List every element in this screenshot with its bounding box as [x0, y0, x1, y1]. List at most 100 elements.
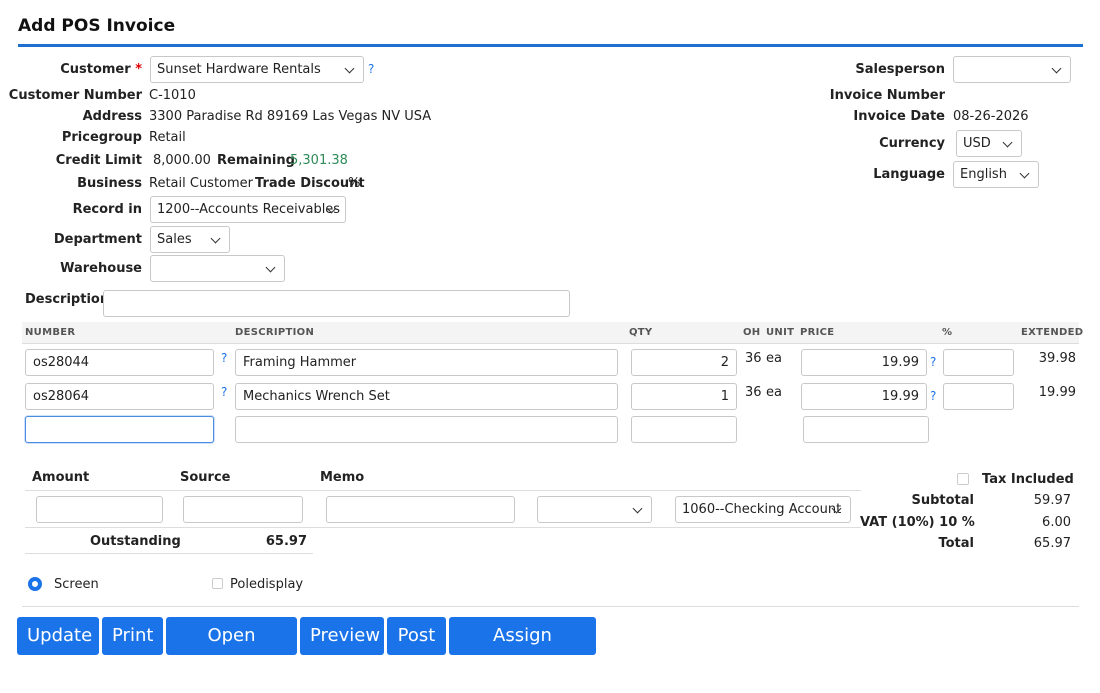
customer-help-link[interactable]: ? [368, 62, 374, 76]
payment-account-value: 1060--Checking Account [682, 502, 842, 517]
business-value: Retail Customer [149, 176, 254, 191]
business-label: Business [77, 176, 142, 191]
description-label: Description [25, 292, 110, 307]
item-description-input[interactable]: Framing Hammer [235, 349, 618, 376]
chevron-down-icon [1002, 137, 1013, 148]
chevron-down-icon [265, 262, 276, 273]
outstanding-divider [25, 553, 313, 554]
tax-included-label: Tax Included [982, 472, 1074, 487]
item-help-link[interactable]: ? [221, 385, 227, 399]
line-items-header [22, 322, 1079, 344]
poledisplay-label: Poledisplay [230, 577, 304, 592]
item-onhand: 36 [745, 385, 762, 400]
address-label: Address [82, 109, 142, 124]
col-qty: QTY [629, 327, 653, 338]
item-unit: ea [766, 351, 782, 366]
record-in-select[interactable]: 1200--Accounts Receivables [150, 196, 346, 223]
col-price: PRICE [800, 327, 835, 338]
payments-row-divider [25, 527, 861, 528]
salesperson-select[interactable] [953, 56, 1071, 83]
print-button[interactable]: Print [102, 617, 163, 655]
record-in-value: 1200--Accounts Receivables [157, 202, 341, 217]
open-drawer-button[interactable]: Open Drawer [166, 617, 297, 684]
item-discount-input[interactable] [943, 349, 1014, 376]
new-item-description-input[interactable] [235, 416, 618, 443]
remaining-label: Remaining [217, 153, 295, 168]
required-mark: * [135, 62, 142, 77]
currency-select[interactable]: USD [956, 130, 1022, 157]
payment-amount-input[interactable] [36, 496, 163, 523]
payment-memo-header: Memo [320, 470, 365, 485]
price-help-link[interactable]: ? [930, 389, 936, 403]
payment-source-header: Source [180, 470, 231, 485]
title-divider [18, 44, 1083, 47]
department-value: Sales [157, 232, 192, 247]
chevron-down-icon [1051, 63, 1062, 74]
item-number-input[interactable]: os28064 [25, 383, 214, 410]
new-item-price-input[interactable] [803, 416, 929, 443]
language-value: English [960, 167, 1007, 182]
item-unit: ea [766, 385, 782, 400]
screen-label: Screen [54, 577, 99, 592]
price-help-link[interactable]: ? [930, 355, 936, 369]
customer-number-value: C-1010 [149, 88, 196, 103]
col-discount: % [942, 327, 953, 338]
payment-memo-input[interactable] [326, 496, 515, 523]
customer-value: Sunset Hardware Rentals [157, 62, 321, 77]
screen-radio[interactable] [28, 577, 42, 591]
outstanding-value: 65.97 [265, 534, 307, 549]
page-title: Add POS Invoice [18, 16, 176, 36]
language-select[interactable]: English [953, 161, 1039, 188]
subtotal-value: 59.97 [1033, 493, 1071, 508]
salesperson-label: Salesperson [855, 62, 945, 77]
chevron-down-icon [210, 233, 221, 244]
chevron-down-icon [344, 63, 355, 74]
payment-source-input[interactable] [183, 496, 303, 523]
col-extended: EXTENDED [1021, 327, 1084, 338]
pricegroup-value: Retail [149, 130, 186, 145]
item-price-input[interactable]: 19.99 [801, 383, 927, 410]
credit-limit-label: Credit Limit [55, 153, 142, 168]
invoice-date-label: Invoice Date [853, 109, 945, 124]
poledisplay-checkbox[interactable] [212, 578, 223, 589]
item-help-link[interactable]: ? [221, 351, 227, 365]
item-qty-input[interactable]: 1 [631, 383, 737, 410]
department-label: Department [53, 232, 142, 247]
currency-label: Currency [879, 136, 945, 151]
chevron-down-icon [1019, 168, 1030, 179]
item-description-input[interactable]: Mechanics Wrench Set [235, 383, 618, 410]
payment-account-select[interactable]: 1060--Checking Account [675, 496, 851, 523]
item-onhand: 36 [745, 351, 762, 366]
col-number: NUMBER [25, 327, 76, 338]
item-discount-input[interactable] [943, 383, 1014, 410]
item-price-input[interactable]: 19.99 [801, 349, 927, 376]
customer-select[interactable]: Sunset Hardware Rentals [150, 56, 364, 83]
col-oh: OH [743, 327, 761, 338]
outstanding-label: Outstanding [90, 534, 181, 549]
preview-button[interactable]: Preview [300, 617, 384, 655]
item-qty-input[interactable]: 2 [631, 349, 737, 376]
record-in-label: Record in [72, 202, 142, 217]
description-input[interactable] [103, 290, 570, 317]
new-item-qty-input[interactable] [631, 416, 737, 443]
customer-number-label: Customer Number [8, 88, 142, 103]
warehouse-select[interactable] [150, 255, 285, 282]
payment-currency-select[interactable] [537, 496, 652, 523]
total-value: 65.97 [1033, 536, 1071, 551]
payment-amount-header: Amount [32, 470, 90, 485]
invoice-number-label: Invoice Number [829, 88, 945, 103]
total-label: Total [938, 536, 974, 551]
department-select[interactable]: Sales [150, 226, 230, 253]
subtotal-label: Subtotal [911, 493, 974, 508]
invoice-date-value: 08-26-2026 [953, 109, 1029, 124]
tax-included-checkbox[interactable] [957, 473, 969, 485]
col-description: DESCRIPTION [235, 327, 315, 338]
customer-label: Customer * [60, 62, 142, 77]
new-item-number-input[interactable] [25, 416, 214, 443]
language-label: Language [873, 167, 945, 182]
update-button[interactable]: Update [17, 617, 99, 655]
buttons-divider [22, 606, 1079, 607]
item-number-input[interactable]: os28044 [25, 349, 214, 376]
post-button[interactable]: Post [387, 617, 446, 655]
assign-number-button[interactable]: Assign Number [449, 617, 596, 684]
